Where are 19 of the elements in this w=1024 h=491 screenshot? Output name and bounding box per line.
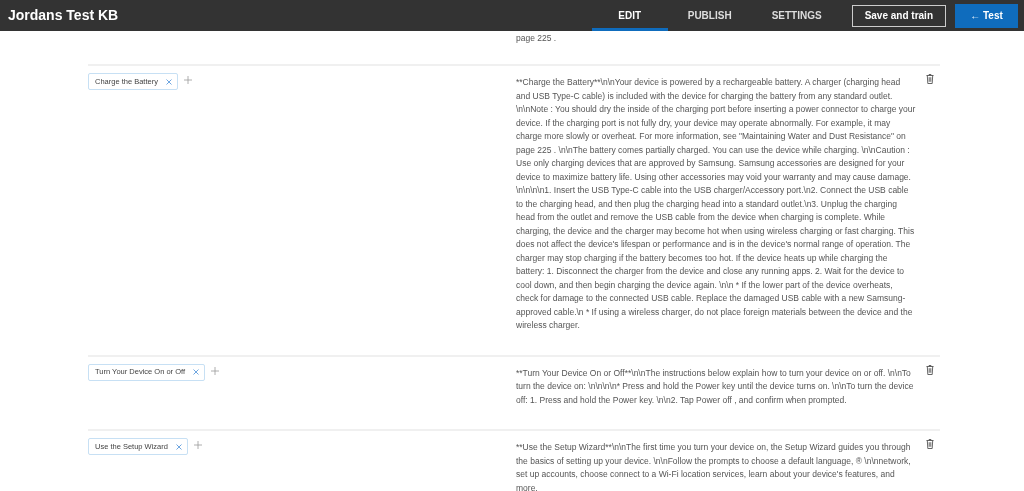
answer-text: page 225 . <box>516 32 557 45</box>
add-icon[interactable] <box>193 441 202 449</box>
add-icon[interactable] <box>183 76 192 84</box>
delete-icon[interactable] <box>926 364 934 375</box>
tab[interactable]: SETTINGS <box>751 0 842 31</box>
test-button[interactable]: ← Test <box>955 3 1018 28</box>
save-and-train-button[interactable]: Save and train <box>851 4 946 27</box>
delete-icon[interactable] <box>926 74 934 84</box>
close-icon[interactable] <box>165 78 172 85</box>
tab[interactable]: EDIT <box>591 0 668 31</box>
answer-text: **Charge the Battery**\n\nYour device is powered by a rechargeable battery. A charger (charging head and USB Type-C cable) is included with the device for charging the battery from any standard outlet. \n\nNote : You should dry the inside of the charging port before inserting a power connector to charge your device. If the charging port is not fully dry, your device may operate abnormally. For example, it may charge more slowly or overheat. For more information, see "Maintaining Water and Dust Resistance" on page 225 . \n\nThe battery comes partially charged. You can use the device while charging. \n\nCaution : Use only charging devices that are approved by Samsung. Samsung accessories are designed for your device to maximize battery life. Using other accessories may void your warranty and may cause damage. \n\n\n\n1. Insert the USB Type-C cable into the USB charger/Accessory port.\n2. Connect the USB cable to the charging head, and then plug the charging head into a standard outlet.\n3. Unplug the charging head from the outlet and remove the USB cable from the device when charging is complete. While charging, the device and the charger may become hot when using wireless charging or fast charging. This does not affect the device's lifespan or performance and is in the device's normal range of operation. The charger may stop charging if the battery becomes too hot. If the device heats up while charging the battery: 1. Disconnect the charger from the device and close any running apps. 2. Wait for the device to cool down, and then begin charging the device again. \n\n * If the lower part of the device overheats, check for damage to the connected USB cable. Replace the damaged USB cable with a new Samsung-approved cable.\n * If using a wireless charger, do not place foreign materials between the device and the wireless charger. <box>516 76 916 332</box>
tab[interactable]: PUBLISH <box>667 0 752 31</box>
answer-text: **Use the Setup Wizard**\n\nThe first time you turn your device on, the Setup Wizard guides you through the basics of setting up your device. \n\nFollow the prompts to choose a default language, ® \n\nnetwork, set up accounts, choose connect to a Wi-Fi location services, learn about your device's features, and more. <box>516 441 912 491</box>
close-icon[interactable] <box>175 443 182 450</box>
delete-icon[interactable] <box>926 439 934 449</box>
app-title: Jordans Test KB <box>8 6 119 25</box>
close-icon[interactable] <box>193 369 200 375</box>
answer-text: **Turn Your Device On or Off**\n\nThe instructions below explain how to turn your device on or off. \n\nTo turn the device on: \n\n\n\n* Press and hold the Power key until the device turns on. \n\nTo turn the device off: 1. Press and hold the Power key. \n\n2. Tap Power off , and confirm when prompted. <box>516 366 915 407</box>
add-icon[interactable] <box>211 366 220 375</box>
